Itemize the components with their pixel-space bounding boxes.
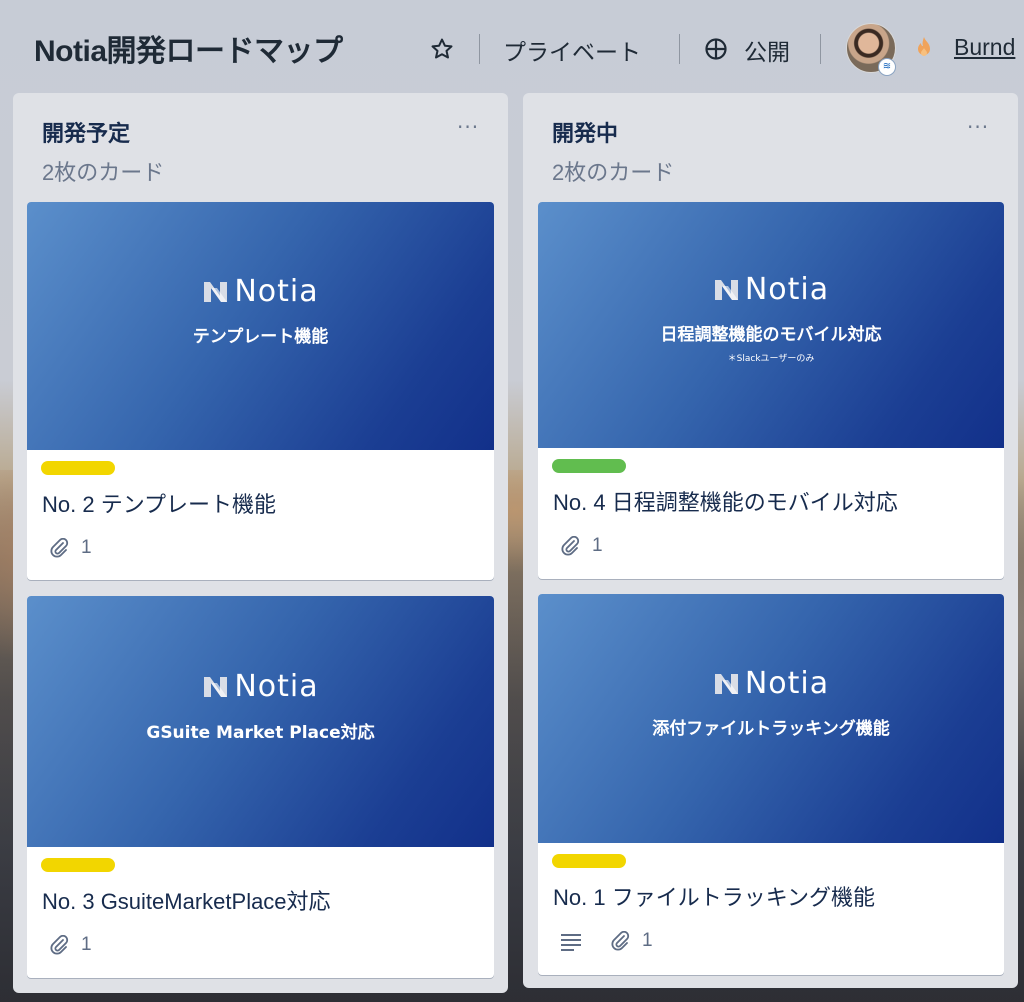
notia-logo-icon xyxy=(714,279,738,300)
card-cover: Notia テンプレート機能 xyxy=(27,202,494,450)
cover-logo: Notia xyxy=(27,669,494,704)
card[interactable]: Notia 日程調整機能のモバイル対応 ＊Slackユーザーのみ No. 4 日… xyxy=(538,202,1004,579)
cover-note: ＊Slackユーザーのみ xyxy=(727,354,815,364)
attachment-count: 1 xyxy=(642,930,653,951)
card-title[interactable]: No. 2 テンプレート機能 xyxy=(42,487,276,519)
list-menu-button[interactable]: ··· xyxy=(457,115,479,139)
globe-icon[interactable] xyxy=(704,37,728,61)
card[interactable]: Notia テンプレート機能 No. 2 テンプレート機能 1 xyxy=(27,202,494,580)
card-cover: Notia 日程調整機能のモバイル対応 ＊Slackユーザーのみ xyxy=(538,202,1004,448)
card-title[interactable]: No. 3 GsuiteMarketPlace対応 xyxy=(42,884,331,916)
paperclip-icon xyxy=(561,536,580,556)
card-badges: 1 xyxy=(560,535,603,557)
list-menu-button[interactable]: ··· xyxy=(967,115,989,139)
paperclip-icon xyxy=(50,538,69,558)
card-badges: 1 xyxy=(49,934,92,956)
attachment-count: 1 xyxy=(592,535,603,556)
list-planned: 開発予定 2枚のカード ··· Notia テンプレート機能 No. 2 テンプ… xyxy=(13,93,508,993)
list-card-count: 2枚のカード xyxy=(42,160,165,185)
attachment-count: 1 xyxy=(81,537,92,558)
attachment-count: 1 xyxy=(81,934,92,955)
header-divider xyxy=(679,34,680,64)
card-cover: Notia GSuite Market Place対応 xyxy=(27,596,494,847)
board-header: Notia開発ロードマップ プライベート 公開 ≋ Burnd xyxy=(0,0,1024,96)
team-visibility-button[interactable]: 公開 xyxy=(744,33,790,67)
card-title[interactable]: No. 1 ファイルトラッキング機能 xyxy=(553,880,875,912)
header-divider xyxy=(479,34,480,64)
board-title[interactable]: Notia開発ロードマップ xyxy=(34,26,343,70)
cover-subtitle: テンプレート機能 xyxy=(192,327,329,347)
list-in-progress: 開発中 2枚のカード ··· Notia 日程調整機能のモバイル対応 ＊Slac… xyxy=(523,93,1018,988)
paperclip-icon xyxy=(611,931,630,951)
card-cover: Notia 添付ファイルトラッキング機能 xyxy=(538,594,1004,843)
visibility-button[interactable]: プライベート xyxy=(503,33,641,67)
card-label[interactable] xyxy=(552,459,626,473)
butler-link[interactable]: Burnd xyxy=(954,34,1015,61)
card-badges: 1 xyxy=(560,930,653,952)
admin-badge-icon: ≋ xyxy=(878,58,896,76)
star-icon[interactable] xyxy=(430,37,454,61)
card-label[interactable] xyxy=(552,854,626,868)
list-title[interactable]: 開発中 xyxy=(552,116,618,148)
paperclip-icon xyxy=(50,935,69,955)
cover-subtitle: GSuite Market Place対応 xyxy=(146,723,375,743)
cover-subtitle: 添付ファイルトラッキング機能 xyxy=(652,719,890,739)
card-badges: 1 xyxy=(49,537,92,559)
card[interactable]: Notia 添付ファイルトラッキング機能 No. 1 ファイルトラッキング機能 … xyxy=(538,594,1004,975)
card-title[interactable]: No. 4 日程調整機能のモバイル対応 xyxy=(553,485,898,517)
header-divider xyxy=(820,34,821,64)
cover-logo: Notia xyxy=(27,274,494,309)
cover-logo: Notia xyxy=(538,272,1004,307)
card-label[interactable] xyxy=(41,461,115,475)
list-card-count: 2枚のカード xyxy=(552,160,675,185)
fire-icon[interactable] xyxy=(914,36,934,60)
notia-logo-icon xyxy=(204,281,228,302)
notia-logo-icon xyxy=(204,676,228,697)
description-icon xyxy=(561,934,581,951)
cover-logo: Notia xyxy=(538,666,1004,701)
list-title[interactable]: 開発予定 xyxy=(42,116,130,148)
cover-subtitle: 日程調整機能のモバイル対応 xyxy=(660,325,882,345)
notia-logo-icon xyxy=(714,673,738,694)
card-label[interactable] xyxy=(41,858,115,872)
card[interactable]: Notia GSuite Market Place対応 No. 3 Gsuite… xyxy=(27,596,494,978)
